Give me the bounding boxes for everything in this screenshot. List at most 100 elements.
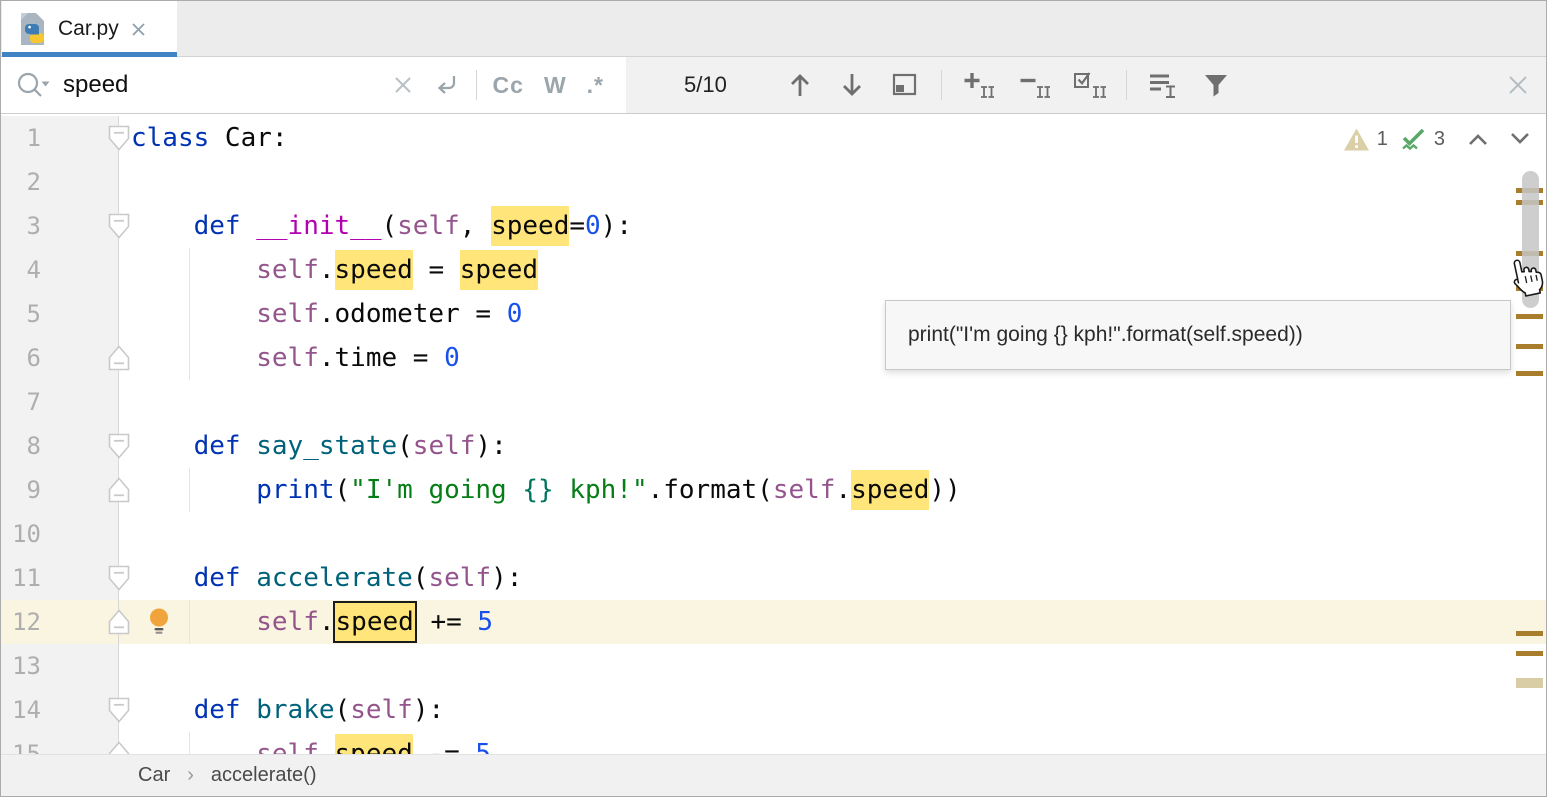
line-number[interactable]: 4	[1, 248, 41, 292]
token-self: self	[256, 343, 319, 373]
line-number[interactable]: 15	[1, 732, 41, 754]
fold-end-icon[interactable]	[108, 741, 130, 754]
match-case-button[interactable]: Cc	[493, 72, 524, 99]
code-line-4[interactable]: 4 self.speed = speed	[1, 248, 1546, 292]
stripe-match-mark[interactable]	[1516, 631, 1543, 636]
inspections-widget[interactable]: 1 3	[1343, 126, 1532, 152]
stripe-match-mark[interactable]	[1516, 651, 1543, 656]
select-all-occurrences-button[interactable]	[1072, 70, 1106, 100]
gutter-cell[interactable]: 3	[1, 204, 119, 248]
line-number[interactable]: 2	[1, 160, 41, 204]
line-number[interactable]: 9	[1, 468, 41, 512]
line-number[interactable]: 13	[1, 644, 41, 688]
add-selection-button[interactable]	[962, 70, 994, 100]
gutter-cell[interactable]: 6	[1, 336, 119, 380]
code-cell[interactable]: print("I'm going {} kph!".format(self.sp…	[119, 468, 1546, 512]
code-line-7[interactable]: 7	[1, 380, 1546, 424]
code-cell[interactable]: def say_state(self):	[119, 424, 1546, 468]
line-number[interactable]: 14	[1, 688, 41, 732]
code-cell[interactable]: class Car:	[119, 116, 1546, 160]
gutter-cell[interactable]: 8	[1, 424, 119, 468]
line-number[interactable]: 6	[1, 336, 41, 380]
line-number[interactable]: 5	[1, 292, 41, 336]
code-line-14[interactable]: 14 def brake(self):	[1, 688, 1546, 732]
gutter-cell[interactable]: 14	[1, 688, 119, 732]
clear-search-icon[interactable]	[392, 74, 414, 96]
find-options-button[interactable]	[1147, 71, 1177, 99]
code-cell[interactable]: self.speed = speed	[119, 248, 1546, 292]
code-cell[interactable]: def __init__(self, speed=0):	[119, 204, 1546, 248]
gutter-cell[interactable]: 13	[1, 644, 119, 688]
words-button[interactable]: W	[544, 72, 567, 99]
code-cell[interactable]	[119, 160, 1546, 204]
line-number[interactable]: 7	[1, 380, 41, 424]
search-field[interactable]: speed Cc W .*	[1, 57, 626, 113]
filter-button[interactable]	[1203, 72, 1229, 98]
code-cell[interactable]: def brake(self):	[119, 688, 1546, 732]
code-line-11[interactable]: 11 def accelerate(self):	[1, 556, 1546, 600]
newline-icon[interactable]	[432, 72, 460, 98]
code-cell[interactable]: def accelerate(self):	[119, 556, 1546, 600]
line-number[interactable]: 12	[1, 600, 41, 644]
gutter-cell[interactable]: 7	[1, 380, 119, 424]
breadcrumb-item-method[interactable]: accelerate()	[211, 764, 317, 787]
code-line-1[interactable]: 1 class Car:	[1, 116, 1546, 160]
code-cell[interactable]	[119, 644, 1546, 688]
fold-start-icon[interactable]	[108, 697, 130, 723]
fold-start-icon[interactable]	[108, 125, 130, 151]
breadcrumb-item-class[interactable]: Car	[138, 764, 170, 787]
line-number[interactable]: 10	[1, 512, 41, 556]
stripe-warning-mark[interactable]	[1516, 678, 1543, 688]
gutter-cell[interactable]: 15	[1, 732, 119, 754]
code-line-8[interactable]: 8 def say_state(self):	[1, 424, 1546, 468]
tab-car-py[interactable]: Car.py	[2, 1, 177, 57]
fold-end-icon[interactable]	[108, 345, 130, 371]
stripe-match-mark[interactable]	[1516, 371, 1543, 376]
close-find-bar-icon[interactable]	[1506, 73, 1530, 97]
code-line-2[interactable]: 2	[1, 160, 1546, 204]
next-occurrence-button[interactable]	[839, 71, 865, 99]
find-toolbar: 5/10	[626, 57, 1546, 113]
line-number[interactable]: 8	[1, 424, 41, 468]
open-in-find-window-button[interactable]	[891, 72, 919, 98]
stripe-match-mark[interactable]	[1516, 314, 1543, 319]
remove-selection-button[interactable]	[1018, 70, 1050, 100]
fold-start-icon[interactable]	[108, 433, 130, 459]
previous-occurrence-button[interactable]	[787, 71, 813, 99]
search-icon[interactable]	[15, 70, 51, 100]
code-cell[interactable]	[119, 512, 1546, 556]
fold-end-icon[interactable]	[108, 609, 130, 635]
line-number[interactable]: 1	[1, 116, 41, 160]
stripe-match-mark[interactable]	[1516, 344, 1543, 349]
code-cell[interactable]	[119, 380, 1546, 424]
fold-start-icon[interactable]	[108, 213, 130, 239]
regex-button[interactable]: .*	[587, 72, 604, 99]
code-line-10[interactable]: 10	[1, 512, 1546, 556]
intention-bulb-icon[interactable]	[148, 608, 170, 635]
gutter-cell[interactable]: 2	[1, 160, 119, 204]
gutter-cell[interactable]: 10	[1, 512, 119, 556]
gutter-cell[interactable]: 12	[1, 600, 119, 644]
token-plain	[131, 343, 256, 373]
next-problem-icon[interactable]	[1508, 130, 1532, 148]
gutter-cell[interactable]: 5	[1, 292, 119, 336]
code-cell[interactable]: self.speed -= 5	[119, 732, 1546, 754]
gutter-cell[interactable]: 1	[1, 116, 119, 160]
fold-start-icon[interactable]	[108, 565, 130, 591]
tab-close-icon[interactable]	[130, 21, 147, 38]
gutter-cell[interactable]: 9	[1, 468, 119, 512]
code-line-9[interactable]: 9 print("I'm going {} kph!".format(self.…	[1, 468, 1546, 512]
code-line-15[interactable]: 15 self.speed -= 5	[1, 732, 1546, 754]
code-line-12[interactable]: 12 self.speed += 5	[1, 600, 1546, 644]
previous-problem-icon[interactable]	[1466, 130, 1490, 148]
code-cell[interactable]: self.speed += 5	[119, 600, 1546, 644]
gutter-cell[interactable]: 4	[1, 248, 119, 292]
code-line-13[interactable]: 13	[1, 644, 1546, 688]
search-input[interactable]: speed	[63, 71, 128, 99]
code-editor[interactable]: 1 class Car: 23 def __init__(self, speed=0…	[1, 114, 1546, 754]
line-number[interactable]: 11	[1, 556, 41, 600]
line-number[interactable]: 3	[1, 204, 41, 248]
code-line-3[interactable]: 3 def __init__(self, speed=0):	[1, 204, 1546, 248]
fold-end-icon[interactable]	[108, 477, 130, 503]
gutter-cell[interactable]: 11	[1, 556, 119, 600]
